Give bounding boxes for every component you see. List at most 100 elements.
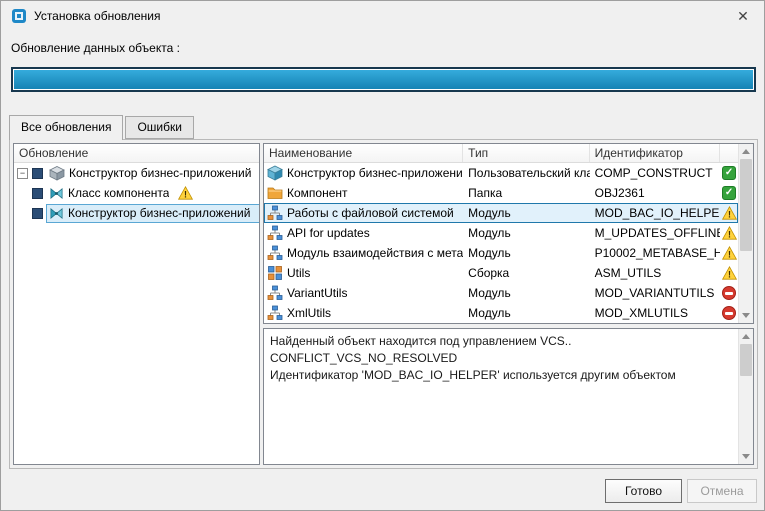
- tab-errors[interactable]: Ошибки: [125, 116, 194, 139]
- check-icon: ✓: [722, 186, 736, 200]
- module-icon: [267, 205, 283, 221]
- svg-text:!: !: [728, 269, 731, 279]
- row-name: VariantUtils: [287, 286, 347, 300]
- scroll-up-icon: [742, 334, 750, 339]
- table-row[interactable]: API for updates МодульM_UPDATES_OFFLINE_A…: [264, 223, 738, 243]
- scroll-up-button[interactable]: [739, 144, 753, 159]
- message-text: Найденный объект находится под управлени…: [264, 329, 738, 464]
- message-scrollbar[interactable]: [738, 329, 753, 464]
- minus-bar: [725, 292, 733, 295]
- column-header-status: [720, 144, 738, 162]
- table-row[interactable]: VariantUtils МодульMOD_VARIANTUTILS: [264, 283, 738, 303]
- row-name: XmlUtils: [287, 306, 331, 320]
- scroll-track[interactable]: [739, 159, 753, 308]
- folder-icon: [267, 185, 283, 201]
- warning-icon: !: [259, 206, 260, 220]
- update-tree: −Конструктор бизнес-приложений!Класс ком…: [14, 163, 259, 223]
- tree-column-header[interactable]: Обновление: [14, 144, 259, 163]
- row-id: ASM_UTILS: [590, 266, 720, 280]
- table-row[interactable]: Конструктор бизнес-приложенийПользовател…: [264, 163, 738, 183]
- module-icon: [267, 245, 283, 261]
- done-button[interactable]: Готово: [605, 479, 682, 503]
- row-id: MOD_VARIANTUTILS: [590, 286, 720, 300]
- message-line: Найденный объект находится под управлени…: [270, 333, 732, 350]
- table-body: Конструктор бизнес-приложенийПользовател…: [264, 163, 738, 323]
- row-type: Модуль: [463, 306, 589, 320]
- svg-text:!: !: [728, 209, 731, 219]
- progress-bar: [11, 67, 756, 92]
- row-type: Модуль: [463, 246, 589, 260]
- table-row[interactable]: Работы с файловой системойМодульMOD_BAC_…: [264, 203, 738, 223]
- row-id: P10002_METABASE_HELPI: [590, 246, 720, 260]
- cancel-button[interactable]: Отмена: [687, 479, 757, 503]
- row-id: MOD_XMLUTILS: [590, 306, 720, 320]
- warning-icon: !: [722, 226, 737, 240]
- tree-item[interactable]: −Конструктор бизнес-приложений!: [14, 163, 259, 183]
- scroll-up-button[interactable]: [739, 329, 753, 344]
- close-button[interactable]: ✕: [732, 8, 754, 25]
- tab-strip: Все обновления Ошибки: [9, 115, 196, 140]
- scroll-down-button[interactable]: [739, 449, 753, 464]
- row-name: Конструктор бизнес-приложений: [287, 166, 463, 180]
- message-panel: Найденный объект находится под управлени…: [263, 328, 754, 465]
- tree-checkbox[interactable]: [32, 168, 43, 179]
- table-row[interactable]: КомпонентПапкаOBJ2361✓: [264, 183, 738, 203]
- row-name: API for updates: [287, 226, 370, 240]
- assembly-icon: [267, 265, 283, 281]
- minus-bar: [725, 312, 733, 315]
- warning-icon: !: [178, 186, 193, 200]
- scroll-down-button[interactable]: [739, 308, 753, 323]
- update-tree-panel: Обновление − Конструктор бизнес-приложени…: [13, 143, 260, 465]
- row-name: Компонент: [287, 186, 348, 200]
- row-id: M_UPDATES_OFFLINE_AP: [590, 226, 720, 240]
- table-scrollbar[interactable]: [738, 144, 753, 323]
- row-name: Работы с файловой системой: [287, 206, 454, 220]
- column-header-name[interactable]: Наименование: [264, 144, 463, 162]
- table-row[interactable]: Модуль взаимодействия с метабазойМодульP…: [264, 243, 738, 263]
- module-icon: [267, 285, 283, 301]
- scrollbar-thumb[interactable]: [740, 159, 752, 251]
- details-panel: Наименование Тип Идентификатор Конструкт…: [263, 143, 754, 465]
- tree-checkbox[interactable]: [32, 208, 43, 219]
- warning-icon: !: [722, 246, 737, 260]
- app-icon: [11, 8, 27, 24]
- scroll-track[interactable]: [739, 344, 753, 449]
- warning-icon: !: [722, 206, 737, 220]
- table-header: Наименование Тип Идентификатор: [264, 144, 738, 163]
- module-icon: [267, 225, 283, 241]
- table-row[interactable]: XmlUtils МодульMOD_XMLUTILS: [264, 303, 738, 323]
- dialog-window: Установка обновления ✕ Обновление данных…: [0, 0, 765, 511]
- tree-item[interactable]: Класс компонента!: [14, 183, 259, 203]
- tab-page: Обновление − Конструктор бизнес-приложени…: [9, 139, 758, 469]
- progress-label: Обновление данных объекта :: [11, 41, 180, 55]
- svg-text:!: !: [184, 189, 187, 199]
- svg-text:!: !: [728, 249, 731, 259]
- row-type: Модуль: [463, 206, 589, 220]
- row-type: Модуль: [463, 226, 589, 240]
- error-icon: [722, 306, 736, 320]
- tree-item[interactable]: Конструктор бизнес-приложений!: [14, 203, 259, 223]
- scroll-up-icon: [742, 149, 750, 154]
- row-type: Сборка: [463, 266, 589, 280]
- row-type: Модуль: [463, 286, 589, 300]
- scroll-down-icon: [742, 313, 750, 318]
- window-title: Установка обновления: [34, 9, 161, 23]
- module-icon: [267, 305, 283, 321]
- components-icon: [49, 165, 65, 181]
- cube-icon: [267, 165, 283, 181]
- tab-all-updates[interactable]: Все обновления: [9, 115, 123, 140]
- expander-icon[interactable]: −: [17, 168, 28, 179]
- class-icon: [49, 186, 64, 201]
- svg-text:!: !: [728, 229, 731, 239]
- column-header-id[interactable]: Идентификатор: [590, 144, 720, 162]
- class-icon: [49, 206, 64, 221]
- tree-checkbox[interactable]: [32, 188, 43, 199]
- tree-item-label: Класс компонента: [68, 186, 169, 200]
- column-header-type[interactable]: Тип: [463, 144, 589, 162]
- tree-item-label: Конструктор бизнес-приложений: [69, 166, 251, 180]
- message-line: Идентификатор 'MOD_BAC_IO_HELPER' исполь…: [270, 367, 732, 384]
- scrollbar-thumb[interactable]: [740, 344, 752, 376]
- table-row[interactable]: UtilsСборкаASM_UTILS!: [264, 263, 738, 283]
- objects-table: Наименование Тип Идентификатор Конструкт…: [263, 143, 754, 324]
- titlebar: Установка обновления ✕: [1, 1, 764, 31]
